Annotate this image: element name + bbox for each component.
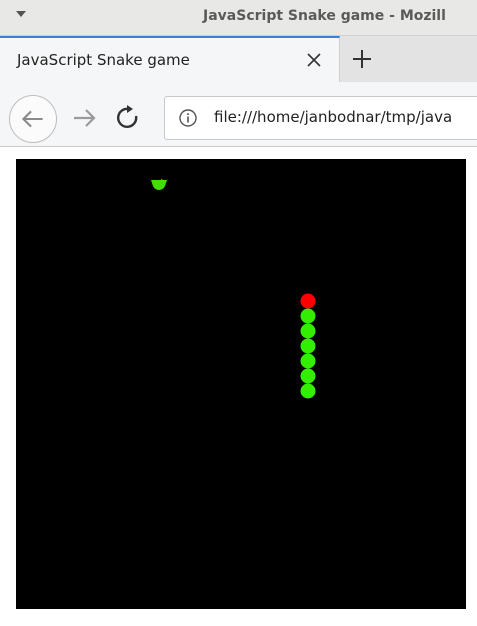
snake-segment bbox=[300, 323, 316, 339]
snake-head bbox=[300, 293, 316, 309]
game-canvas[interactable] bbox=[16, 159, 466, 609]
window-menu-arrow-icon[interactable] bbox=[16, 11, 26, 17]
window-titlebar[interactable]: JavaScript Snake game - Mozill bbox=[0, 0, 477, 36]
page-content bbox=[0, 147, 477, 626]
snake-segment bbox=[300, 368, 316, 384]
close-icon[interactable] bbox=[300, 46, 328, 74]
tab-title: JavaScript Snake game bbox=[17, 51, 190, 69]
tab-strip: JavaScript Snake game bbox=[0, 36, 477, 82]
tab-active[interactable]: JavaScript Snake game bbox=[0, 36, 340, 82]
url-text: file:///home/janbodnar/tmp/java bbox=[214, 108, 453, 126]
window-title: JavaScript Snake game - Mozill bbox=[203, 8, 446, 24]
snake-segment bbox=[300, 308, 316, 324]
canvas-background bbox=[16, 159, 466, 609]
navigation-toolbar: file:///home/janbodnar/tmp/java bbox=[0, 82, 477, 147]
url-bar[interactable]: file:///home/janbodnar/tmp/java bbox=[164, 96, 477, 140]
snake-segment bbox=[300, 383, 316, 399]
snake-segment bbox=[300, 353, 316, 369]
reload-icon[interactable] bbox=[114, 102, 142, 134]
snake-segment bbox=[300, 338, 316, 354]
info-icon[interactable] bbox=[178, 108, 198, 128]
plus-icon[interactable] bbox=[346, 44, 378, 74]
back-arrow-icon[interactable] bbox=[9, 95, 57, 143]
forward-arrow-icon[interactable] bbox=[68, 102, 100, 134]
